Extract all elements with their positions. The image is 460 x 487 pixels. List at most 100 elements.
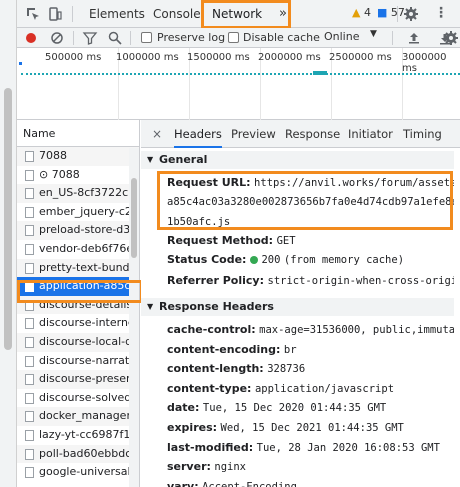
network-settings-gear-icon[interactable] [443,30,459,46]
search-icon[interactable] [107,30,123,46]
response-header-value: Tue, 15 Dec 2020 01:44:35 GMT [202,402,387,415]
file-icon [25,411,34,423]
timeline-tick: 500000 ms [45,52,102,63]
tab-timing[interactable]: Timing [403,120,442,148]
record-icon[interactable] [23,30,39,46]
request-row[interactable]: docker_manager-2 [17,407,139,426]
filter-icon[interactable] [82,30,98,46]
import-har-icon[interactable] [406,30,422,46]
request-row[interactable]: pretty-text-bundle [17,258,139,278]
tab-headers[interactable]: Headers [174,120,222,148]
more-options-icon[interactable]: ⋮ [433,6,449,22]
request-name: poll-bad60ebbdcb [39,446,139,460]
request-row[interactable]: discourse-presenc [17,370,139,389]
request-list-scrollbar-thumb[interactable] [131,178,137,258]
request-row[interactable]: 7088 [17,147,139,166]
outer-scrollbar-thumb[interactable] [4,88,12,350]
divider [130,31,131,45]
response-header-key: content-encoding: [167,342,281,356]
request-list-scrollbar[interactable] [129,148,139,487]
file-icon [25,206,34,218]
caret-down-icon: ▼ [147,302,154,311]
general-section-header[interactable]: ▼ General [141,151,460,169]
request-name: ⊙ 7088 [39,167,80,181]
preserve-log-label[interactable]: Preserve log [157,31,225,44]
tab-console[interactable]: Console [153,0,201,28]
request-url-highlight [157,171,453,230]
disable-cache-checkbox[interactable] [228,32,239,43]
response-header-value: Tue, 28 Jan 2020 16:08:53 GMT [256,441,440,454]
response-header-row: last-modified: Tue, 28 Jan 2020 16:08:53… [167,441,440,455]
response-header-value: nginx [214,461,246,474]
request-name: discourse-solved-2 [39,390,139,404]
divider [397,6,398,22]
response-headers-section-header[interactable]: ▼ Response Headers [141,298,460,316]
request-name: en_US-8cf3722c96 [39,186,139,200]
request-name: ember_jquery-c2c [39,204,138,218]
divider [72,6,73,22]
general-section-title: General [159,153,208,166]
response-header-row: vary: Accept-Encoding [167,480,297,487]
request-name: google-universal-a [39,465,139,479]
inspect-element-icon[interactable] [25,6,41,22]
request-row[interactable]: discourse-solved-2 [17,389,139,408]
file-icon [25,262,34,274]
request-row[interactable]: poll-bad60ebbdcb [17,444,139,464]
tab-response[interactable]: Response [285,120,340,148]
disable-cache-label[interactable]: Disable cache [243,31,320,44]
request-row[interactable]: discourse-narrativ [17,352,139,371]
request-name: discourse-local-da [39,334,139,348]
request-name: discourse-narrativ [39,353,139,367]
status-ok-icon [250,256,259,264]
gear-icon[interactable] [403,6,419,22]
request-row[interactable]: ⊙ 7088 [17,166,139,185]
file-icon [25,429,34,441]
request-row[interactable]: google-universal-a [17,463,139,482]
response-header-row: content-length: 328736 [167,362,305,376]
warnings-badge[interactable]: ▲ 4 [352,6,371,19]
details-scrollbar[interactable] [454,148,460,487]
request-name: preload-store-d32 [39,223,138,237]
response-header-row: content-type: application/javascript [167,382,394,396]
response-header-row: date: Tue, 15 Dec 2020 01:44:35 GMT [167,401,386,415]
timeline-tick: 2500000 ms [329,52,392,63]
response-header-key: server: [167,460,211,474]
file-icon [25,448,34,460]
divider [73,31,74,45]
request-row[interactable]: lazy-yt-cc6987f1b [17,426,139,445]
name-column-header[interactable]: Name [17,120,139,147]
file-icon [25,336,34,348]
file-icon [25,318,34,330]
timeline-overview[interactable]: 500000 ms 1000000 ms 1500000 ms 2000000 … [17,48,460,120]
status-code-row: Status Code: 200 (from memory cache) [167,253,404,267]
divider [392,31,393,45]
file-icon [25,225,34,237]
outer-scrollbar[interactable] [0,0,17,487]
request-name: 7088 [39,149,67,162]
request-row[interactable]: discourse-internet [17,314,139,333]
referrer-policy-row: Referrer Policy: strict-origin-when-cros… [167,274,460,288]
request-row[interactable]: ember_jquery-c2c [17,203,139,222]
request-row[interactable]: preload-store-d32 [17,221,139,240]
response-header-row: content-encoding: br [167,343,297,357]
throttling-select[interactable]: Online ▼ [324,29,386,46]
timeline-marker [19,62,22,65]
status-code-value: 200 [261,254,281,266]
device-toolbar-icon[interactable] [47,6,63,22]
preserve-log-checkbox[interactable] [141,32,152,43]
response-header-value: 328736 [267,363,306,376]
response-header-row: server: nginx [167,460,246,474]
response-header-key: expires: [167,421,218,434]
clear-icon[interactable] [49,30,65,46]
request-row[interactable]: vendor-deb6f76e8 [17,240,139,259]
request-row[interactable]: en_US-8cf3722c96 [17,184,139,203]
tab-preview[interactable]: Preview [231,120,276,148]
response-header-key: vary: [167,479,199,487]
tab-initiator[interactable]: Initiator [348,120,393,148]
close-icon[interactable]: × [152,127,162,141]
messages-badge[interactable]: ■ 57 [377,6,405,19]
request-row[interactable]: discourse-local-da [17,332,139,352]
tab-elements[interactable]: Elements [89,0,145,28]
response-header-row: cache-control: max-age=31536000, public,… [167,323,460,337]
throttling-value: Online [324,30,360,43]
